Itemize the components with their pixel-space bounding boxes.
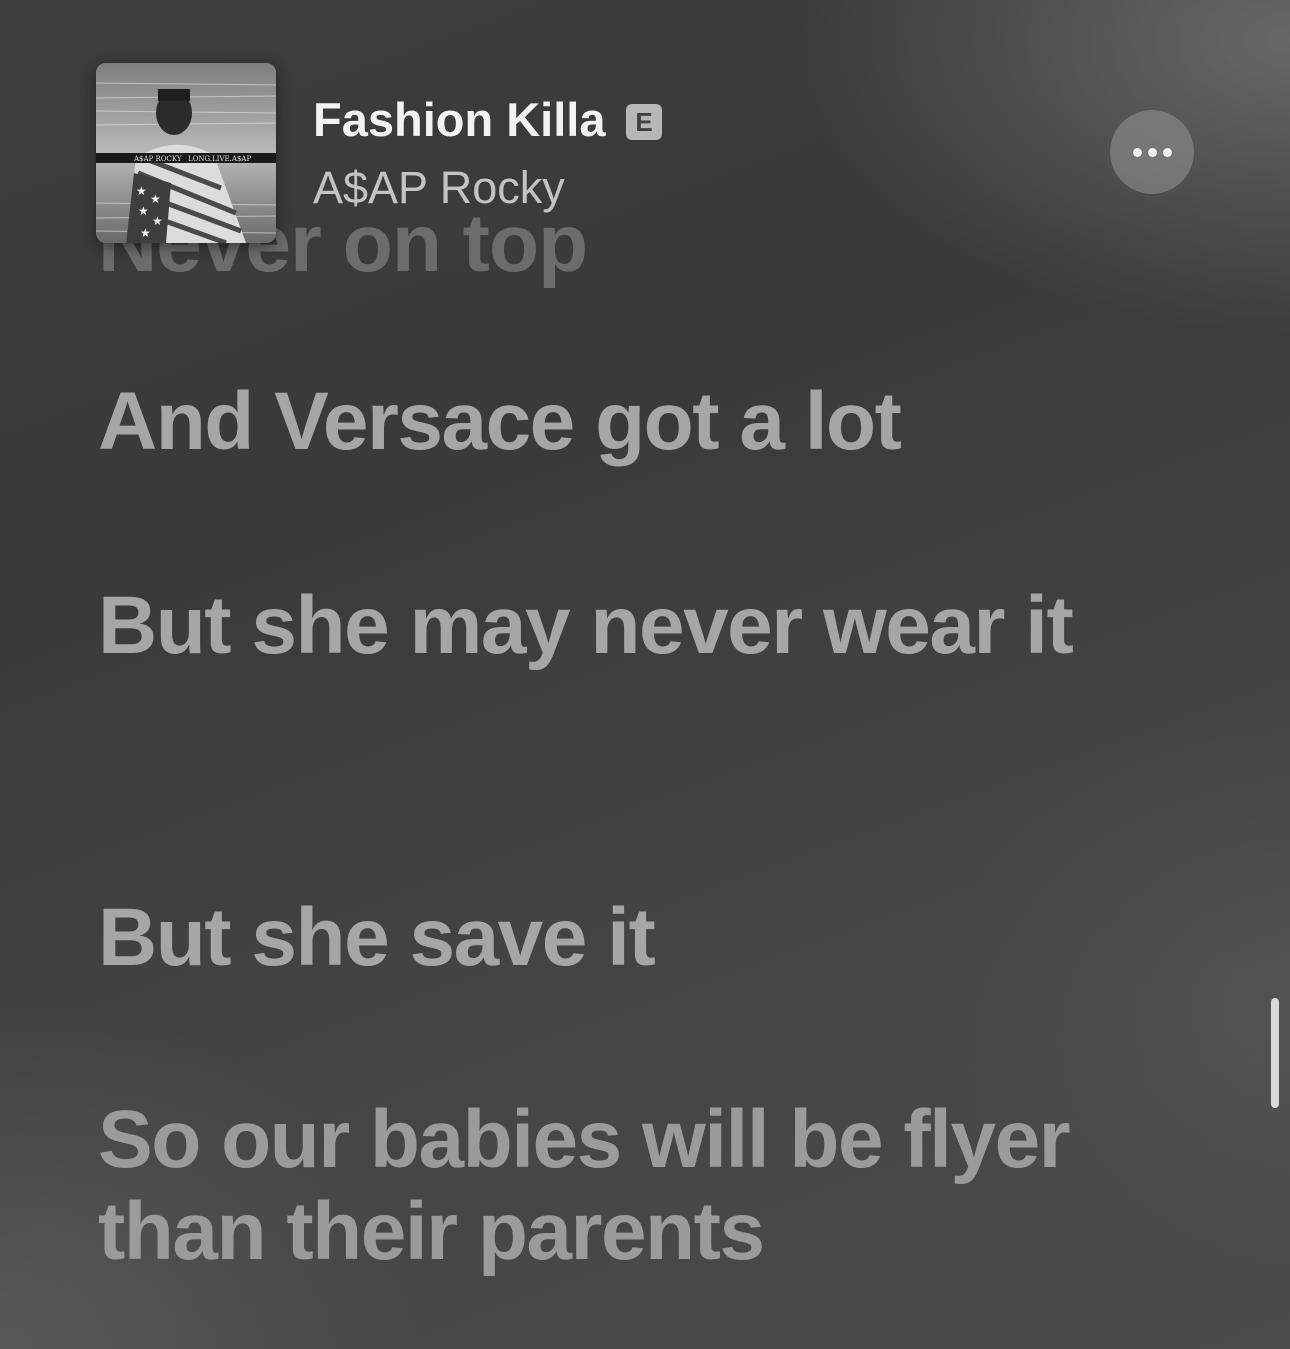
lyric-line[interactable]: But she save it [98,892,1178,984]
artwork-artist-text: A$AP ROCKY [133,155,182,163]
svg-text:★: ★ [150,192,161,206]
svg-text:★: ★ [138,204,149,218]
now-playing-header: ★ ★ ★ ★ ★ A$AP ROCKY LONG.LIVE.A$AP Fashio… [0,0,1290,250]
artist-name[interactable]: A$AP Rocky [313,160,565,216]
artwork-album-text: LONG.LIVE.A$AP [188,155,251,163]
song-title[interactable]: Fashion Killa [313,92,606,148]
explicit-badge: E [626,104,662,140]
ellipsis-icon [1132,147,1142,157]
ellipsis-icon [1147,147,1157,157]
svg-text:★: ★ [136,184,147,198]
lyric-line[interactable]: And Versace got a lot [98,376,1178,468]
scrollbar[interactable] [1271,998,1279,1108]
lyric-line[interactable]: So our babies will be flyer than their p… [98,1094,1178,1278]
more-options-button[interactable] [1110,110,1194,194]
album-artwork[interactable]: ★ ★ ★ ★ ★ A$AP ROCKY LONG.LIVE.A$AP [96,63,276,243]
ellipsis-icon [1162,147,1172,157]
lyric-line[interactable]: But she may never wear it [98,580,1178,672]
svg-text:★: ★ [152,214,163,228]
svg-text:★: ★ [140,226,151,240]
album-artwork-image: ★★ ★★ ★ A$AP ROCKY LONG.LIVE.A$AP [96,63,276,243]
